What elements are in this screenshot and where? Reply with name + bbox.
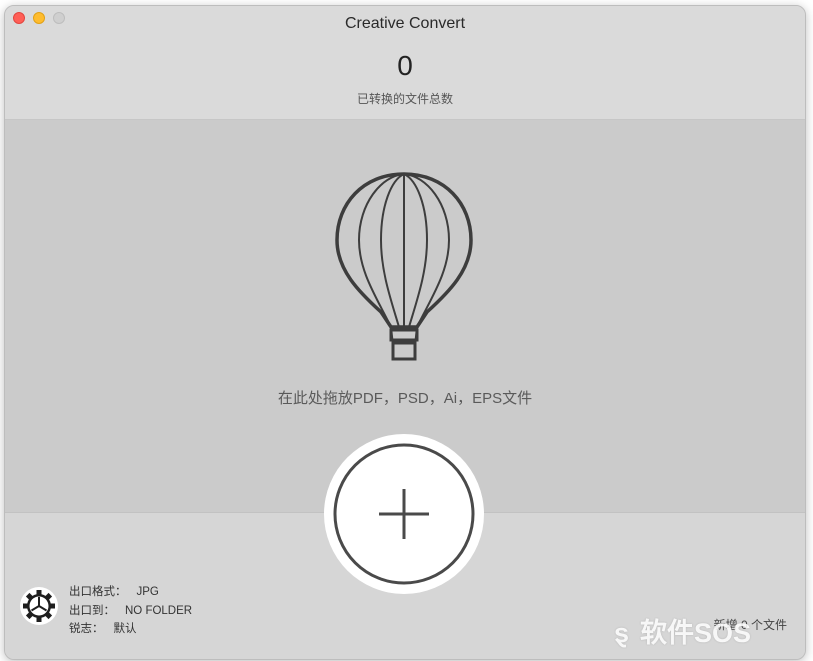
sharpen-row: 锐志： 默认 bbox=[69, 620, 192, 639]
watermark-text: 软件SOS bbox=[640, 618, 752, 648]
output-row: 出口到： NO FOLDER bbox=[69, 602, 192, 621]
sharpen-value: 默认 bbox=[113, 623, 137, 635]
window-title: Creative Convert bbox=[344, 15, 466, 32]
output-label: 出口到： bbox=[69, 604, 115, 617]
drop-hint-text: 在此处拖放PDF，PSD，Ai，EPS文件 bbox=[277, 390, 533, 407]
add-files-button[interactable] bbox=[324, 434, 484, 594]
gear-icon[interactable] bbox=[19, 586, 59, 631]
sharpen-label: 锐志： bbox=[69, 623, 104, 635]
hot-air-balloon-icon bbox=[333, 170, 475, 371]
output-value: NO FOLDER bbox=[125, 604, 193, 617]
export-settings: 出口格式： JPG 出口到： NO FOLDER 锐志： 默认 bbox=[69, 583, 192, 639]
watermark-logo-icon: ȿ bbox=[614, 618, 630, 648]
plus-icon bbox=[333, 443, 475, 585]
converted-count: 0 bbox=[397, 50, 413, 81]
app-window: Creative Convert 0 已转换的文件总数 在此处拖放PDF，PSD… bbox=[4, 5, 806, 660]
header: Creative Convert 0 已转换的文件总数 bbox=[5, 6, 805, 120]
converted-count-label: 已转换的文件总数 bbox=[356, 92, 453, 106]
format-row: 出口格式： JPG bbox=[69, 583, 192, 602]
format-value: JPG bbox=[136, 586, 159, 598]
watermark: ȿ 软件SOS bbox=[614, 611, 751, 650]
format-label: 出口格式： bbox=[69, 586, 127, 598]
